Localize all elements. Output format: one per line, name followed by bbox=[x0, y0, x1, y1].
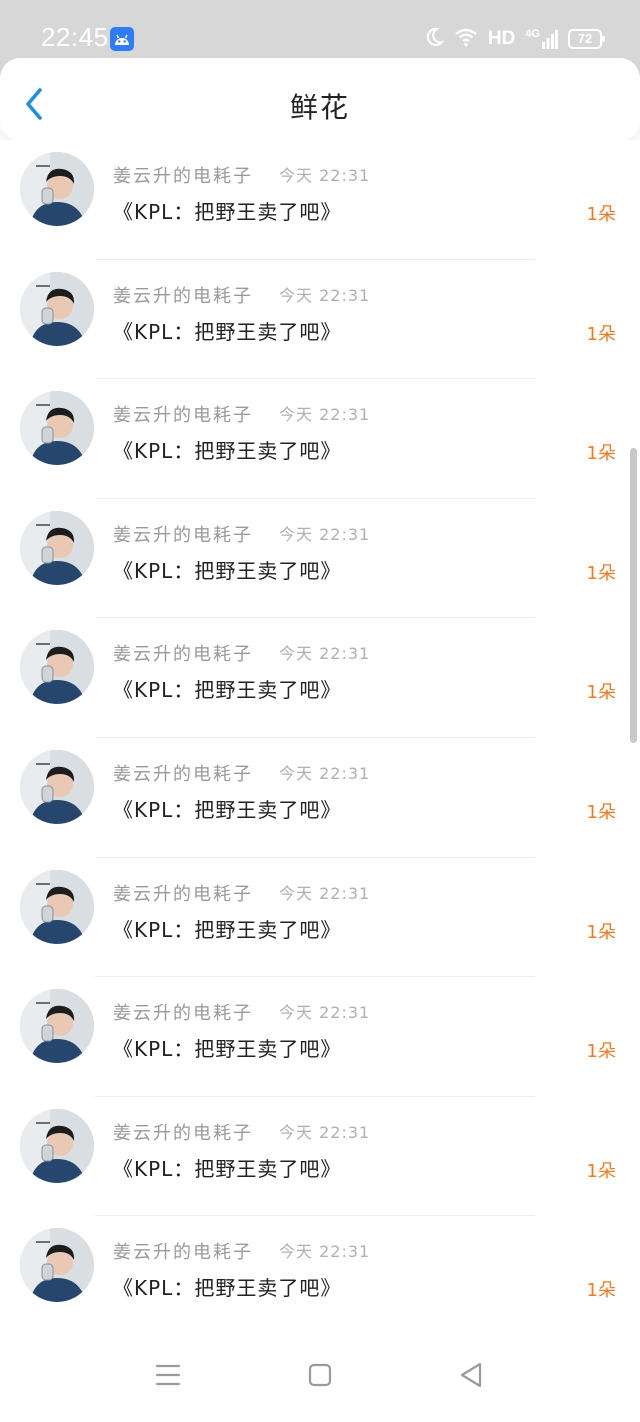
gift-list: 姜云升的电耗子 今天 22:31 《KPL：把野王卖了吧》 1朵 姜云升的电耗子 今天 2… bbox=[0, 140, 640, 1336]
gift-message: 《KPL：把野王卖了吧》 bbox=[113, 678, 342, 703]
home-square-icon bbox=[308, 1363, 332, 1387]
gift-message: 《KPL：把野王卖了吧》 bbox=[113, 1276, 342, 1301]
avatar[interactable] bbox=[20, 152, 94, 226]
network-label: 4G bbox=[525, 28, 540, 40]
menu-button[interactable] bbox=[143, 1350, 193, 1400]
flower-count: 1朵 bbox=[586, 682, 616, 704]
screen: 22:45 HD 4G 72 鲜花 姜云升的电耗子 今天 22:31 《KPL：… bbox=[0, 0, 640, 1422]
flower-count: 1朵 bbox=[586, 1041, 616, 1063]
sender-name[interactable]: 姜云升的电耗子 bbox=[113, 401, 253, 427]
avatar[interactable] bbox=[20, 510, 94, 585]
gift-row[interactable]: 姜云升的电耗子 今天 22:31 《KPL：把野王卖了吧》 1朵 bbox=[0, 977, 640, 1097]
hd-label: HD bbox=[487, 28, 516, 49]
home-button[interactable] bbox=[295, 1350, 345, 1400]
gift-time: 今天 22:31 bbox=[279, 166, 371, 185]
gift-time: 今天 22:31 bbox=[279, 285, 371, 305]
scrollbar[interactable] bbox=[630, 448, 637, 743]
gift-row[interactable]: 姜云升的电耗子 今天 22:31 《KPL：把野王卖了吧》 1朵 bbox=[0, 1096, 640, 1217]
gift-message: 《KPL：把野王卖了吧》 bbox=[113, 917, 342, 942]
flower-count: 1朵 bbox=[586, 1160, 616, 1182]
gift-row[interactable]: 姜云升的电耗子 今天 22:31 《KPL：把野王卖了吧》 1朵 bbox=[0, 857, 640, 978]
gift-message: 《KPL：把野王卖了吧》 bbox=[113, 200, 342, 224]
gift-row[interactable]: 姜云升的电耗子 今天 22:31 《KPL：把野王卖了吧》 1朵 bbox=[0, 259, 640, 380]
signal-icon: 4G bbox=[525, 29, 558, 49]
sender-name[interactable]: 姜云升的电耗子 bbox=[113, 880, 253, 906]
gift-time: 今天 22:31 bbox=[279, 644, 371, 664]
sender-name[interactable]: 姜云升的电耗子 bbox=[113, 162, 253, 188]
sender-name[interactable]: 姜云升的电耗子 bbox=[113, 999, 253, 1025]
gift-message: 《KPL：把野王卖了吧》 bbox=[113, 439, 342, 464]
navigation-bar bbox=[0, 1330, 640, 1422]
avatar-image bbox=[20, 1228, 94, 1303]
flower-count: 1朵 bbox=[586, 443, 616, 465]
android-app-icon bbox=[110, 27, 134, 51]
back-triangle-icon bbox=[460, 1362, 482, 1388]
gift-time: 今天 22:31 bbox=[279, 1242, 371, 1262]
avatar-image bbox=[20, 749, 94, 824]
sender-name[interactable]: 姜云升的电耗子 bbox=[113, 1119, 253, 1145]
gift-message: 《KPL：把野王卖了吧》 bbox=[113, 1156, 342, 1181]
gift-time: 今天 22:31 bbox=[279, 1122, 371, 1142]
gift-message: 《KPL：把野王卖了吧》 bbox=[113, 558, 342, 583]
avatar-image bbox=[20, 1108, 94, 1183]
sender-name[interactable]: 姜云升的电耗子 bbox=[113, 282, 253, 308]
gift-message: 《KPL：把野王卖了吧》 bbox=[113, 797, 342, 822]
flower-count: 1朵 bbox=[586, 562, 616, 584]
gift-time: 今天 22:31 bbox=[279, 883, 371, 903]
avatar[interactable] bbox=[20, 989, 94, 1064]
flower-count: 1朵 bbox=[586, 1280, 616, 1302]
avatar-image bbox=[20, 152, 94, 226]
sender-name[interactable]: 姜云升的电耗子 bbox=[113, 760, 253, 786]
page-title: 鲜花 bbox=[289, 91, 350, 124]
gift-row[interactable]: 姜云升的电耗子 今天 22:31 《KPL：把野王卖了吧》 1朵 bbox=[0, 498, 640, 619]
gift-row[interactable]: 姜云升的电耗子 今天 22:31 《KPL：把野王卖了吧》 1朵 bbox=[0, 140, 640, 260]
sender-name[interactable]: 姜云升的电耗子 bbox=[113, 640, 253, 666]
gift-time: 今天 22:31 bbox=[279, 1003, 371, 1023]
avatar[interactable] bbox=[20, 869, 94, 944]
flower-count: 1朵 bbox=[586, 921, 616, 943]
avatar[interactable] bbox=[20, 1228, 94, 1303]
gift-row[interactable]: 姜云升的电耗子 今天 22:31 《KPL：把野王卖了吧》 1朵 bbox=[0, 1216, 640, 1336]
avatar[interactable] bbox=[20, 1108, 94, 1183]
gift-row[interactable]: 姜云升的电耗子 今天 22:31 《KPL：把野王卖了吧》 1朵 bbox=[0, 618, 640, 738]
avatar[interactable] bbox=[20, 630, 94, 705]
battery-indicator: 72 bbox=[568, 29, 605, 49]
gift-message: 《KPL：把野王卖了吧》 bbox=[113, 319, 342, 344]
avatar[interactable] bbox=[20, 271, 94, 346]
avatar-image bbox=[20, 510, 94, 585]
wifi-icon bbox=[454, 27, 478, 52]
sender-name[interactable]: 姜云升的电耗子 bbox=[113, 1238, 253, 1264]
status-icons: HD 4G 72 bbox=[426, 26, 605, 52]
gift-message: 《KPL：把野王卖了吧》 bbox=[113, 1037, 342, 1062]
flower-count: 1朵 bbox=[586, 801, 616, 823]
avatar-image bbox=[20, 271, 94, 346]
gift-time: 今天 22:31 bbox=[279, 763, 371, 783]
menu-icon bbox=[155, 1364, 181, 1386]
avatar[interactable] bbox=[20, 749, 94, 824]
gift-row[interactable]: 姜云升的电耗子 今天 22:31 《KPL：把野王卖了吧》 1朵 bbox=[0, 379, 640, 499]
gift-time: 今天 22:31 bbox=[279, 524, 371, 544]
flower-count: 1朵 bbox=[586, 204, 616, 225]
avatar-image bbox=[20, 869, 94, 944]
header: 鲜花 bbox=[0, 58, 640, 140]
sender-name[interactable]: 姜云升的电耗子 bbox=[113, 521, 253, 547]
avatar[interactable] bbox=[20, 391, 94, 466]
moon-icon bbox=[426, 27, 445, 52]
status-time: 22:45 bbox=[41, 22, 109, 52]
avatar-image bbox=[20, 630, 94, 705]
flower-count: 1朵 bbox=[586, 323, 616, 345]
avatar-image bbox=[20, 989, 94, 1064]
gift-time: 今天 22:31 bbox=[279, 405, 371, 425]
system-back-button[interactable] bbox=[447, 1350, 497, 1400]
avatar-image bbox=[20, 391, 94, 466]
gift-row[interactable]: 姜云升的电耗子 今天 22:31 《KPL：把野王卖了吧》 1朵 bbox=[0, 737, 640, 858]
